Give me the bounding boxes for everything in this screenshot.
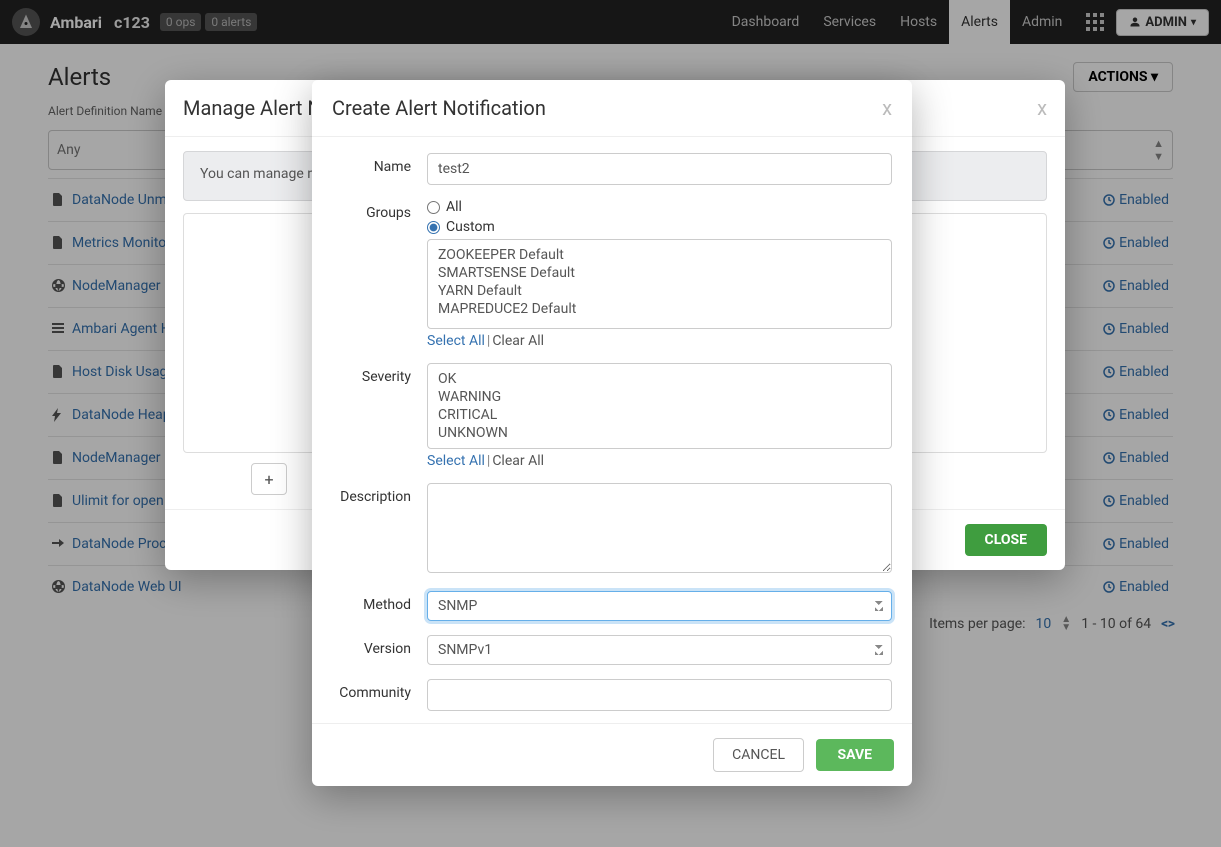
cancel-button[interactable]: CANCEL — [713, 738, 804, 772]
label-version: Version — [332, 635, 427, 665]
label-description: Description — [332, 483, 427, 577]
severity-clear-all-link[interactable]: Clear All — [492, 453, 544, 469]
group-option[interactable]: YARN Default — [438, 282, 881, 300]
save-button[interactable]: SAVE — [816, 739, 895, 771]
severity-select[interactable]: OKWARNINGCRITICALUNKNOWN — [427, 363, 892, 449]
add-notification-button[interactable]: + — [251, 463, 287, 495]
groups-clear-all-link[interactable]: Clear All — [492, 333, 544, 349]
severity-select-all-link[interactable]: Select All — [427, 453, 485, 469]
label-name: Name — [332, 153, 427, 185]
name-input[interactable] — [427, 153, 892, 185]
severity-option[interactable]: UNKNOWN — [438, 424, 881, 442]
modal2-title: Create Alert Notification — [332, 96, 546, 120]
group-option[interactable]: SMARTSENSE Default — [438, 264, 881, 282]
modal1-close-icon[interactable]: x — [1037, 96, 1047, 120]
groups-radio-custom[interactable]: Custom — [427, 219, 892, 235]
severity-option[interactable]: CRITICAL — [438, 406, 881, 424]
groups-select[interactable]: ZOOKEEPER DefaultSMARTSENSE DefaultYARN … — [427, 239, 892, 329]
groups-radio-all[interactable]: All — [427, 199, 892, 215]
modal2-close-icon[interactable]: x — [882, 96, 892, 120]
label-community: Community — [332, 679, 427, 711]
severity-option[interactable]: WARNING — [438, 388, 881, 406]
label-method: Method — [332, 591, 427, 621]
version-select[interactable]: SNMPv1 — [427, 635, 892, 665]
label-severity: Severity — [332, 363, 427, 469]
group-option[interactable]: ZOOKEEPER Default — [438, 246, 881, 264]
description-textarea[interactable] — [427, 483, 892, 573]
groups-select-all-link[interactable]: Select All — [427, 333, 485, 349]
method-select[interactable]: SNMP — [427, 591, 892, 621]
label-groups: Groups — [332, 199, 427, 349]
group-option[interactable]: MAPREDUCE2 Default — [438, 300, 881, 318]
create-notification-modal: Create Alert Notification x Name Groups … — [312, 80, 912, 786]
modal1-title: Manage Alert No — [183, 96, 333, 120]
community-input[interactable] — [427, 679, 892, 711]
modal1-close-button[interactable]: CLOSE — [965, 524, 1047, 556]
severity-option[interactable]: OK — [438, 370, 881, 388]
